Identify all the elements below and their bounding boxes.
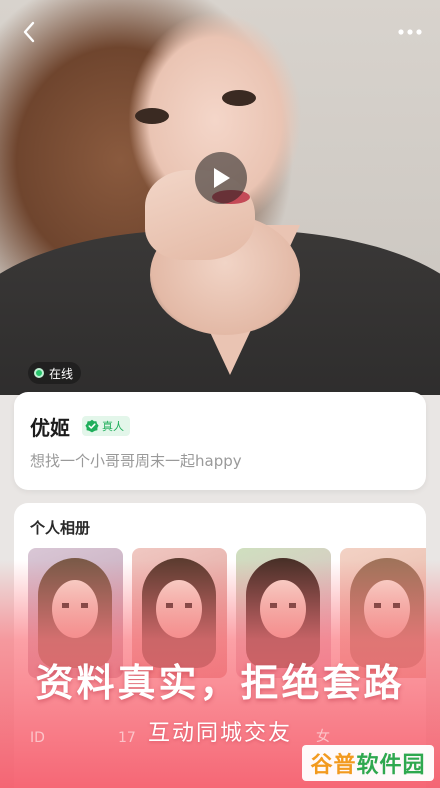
cover-photo-eye: [135, 108, 169, 124]
play-icon: [214, 168, 230, 188]
profile-card: 优姬 真人 想找一个小哥哥周末一起happy: [14, 392, 426, 490]
verified-check-icon: [85, 419, 99, 433]
more-dots-icon: [398, 29, 422, 35]
watermark-part-1: 谷普: [310, 753, 357, 778]
watermark-part-2: 软件园: [356, 753, 426, 778]
back-button[interactable]: [18, 20, 42, 44]
promo-slogan: 资料真实，拒绝套路: [35, 661, 405, 705]
back-arrow-icon: [23, 21, 35, 43]
online-status-badge: 在线: [28, 362, 82, 384]
verified-label: 真人: [102, 420, 124, 433]
cover-photo-eye: [222, 90, 256, 106]
verified-badge: 真人: [82, 416, 130, 436]
more-button[interactable]: [396, 22, 424, 42]
promo-subslogan: 互动同城交友: [147, 721, 292, 746]
user-bio: 想找一个小哥哥周末一起happy: [30, 452, 242, 470]
online-dot-icon: [34, 368, 44, 378]
user-name: 优姬: [30, 416, 70, 440]
top-bar: [0, 0, 440, 64]
play-video-button[interactable]: [195, 152, 247, 204]
album-title: 个人相册: [30, 519, 91, 537]
site-watermark: 谷普 软件园: [302, 745, 434, 781]
online-status-label: 在线: [49, 366, 74, 381]
